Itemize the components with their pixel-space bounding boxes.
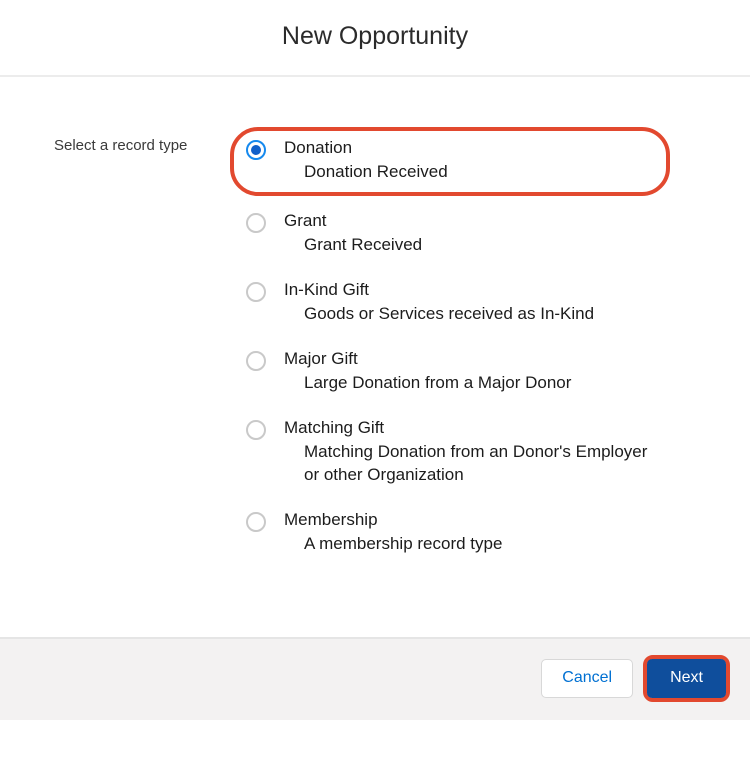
modal-body: Select a record type DonationDonation Re… <box>0 77 750 637</box>
next-button-highlight: Next <box>643 655 730 702</box>
option-text: MembershipA membership record type <box>284 509 650 556</box>
modal-header: New Opportunity <box>0 0 750 77</box>
option-desc: Large Donation from a Major Donor <box>304 372 650 395</box>
option-title: Major Gift <box>284 348 650 370</box>
option-text: DonationDonation Received <box>284 137 650 184</box>
radio-icon[interactable] <box>246 512 266 532</box>
modal-title: New Opportunity <box>282 22 468 50</box>
modal-footer: Cancel Next <box>0 637 750 720</box>
option-text: In-Kind GiftGoods or Services received a… <box>284 279 650 326</box>
option-title: Grant <box>284 210 650 232</box>
option-text: Matching GiftMatching Donation from an D… <box>284 417 650 487</box>
option-title: Donation <box>284 137 650 159</box>
option-title: In-Kind Gift <box>284 279 650 301</box>
option-title: Matching Gift <box>284 417 650 439</box>
cancel-button[interactable]: Cancel <box>541 659 633 698</box>
option-desc: Donation Received <box>304 161 650 184</box>
record-type-option[interactable]: In-Kind GiftGoods or Services received a… <box>230 269 670 338</box>
radio-icon[interactable] <box>246 140 266 160</box>
option-desc: Grant Received <box>304 234 650 257</box>
record-type-option[interactable]: Matching GiftMatching Donation from an D… <box>230 407 670 499</box>
record-type-option[interactable]: DonationDonation Received <box>230 127 670 196</box>
next-button[interactable]: Next <box>647 659 726 698</box>
radio-icon[interactable] <box>246 351 266 371</box>
option-title: Membership <box>284 509 650 531</box>
option-text: GrantGrant Received <box>284 210 650 257</box>
radio-icon[interactable] <box>246 420 266 440</box>
record-type-label: Select a record type <box>54 127 230 154</box>
option-text: Major GiftLarge Donation from a Major Do… <box>284 348 650 395</box>
option-desc: A membership record type <box>304 533 650 556</box>
record-type-options: DonationDonation Received GrantGrant Rece… <box>230 127 720 568</box>
option-desc: Goods or Services received as In-Kind <box>304 303 650 326</box>
record-type-option[interactable]: GrantGrant Received <box>230 200 670 269</box>
record-type-option[interactable]: MembershipA membership record type <box>230 499 670 568</box>
record-type-row: Select a record type DonationDonation Re… <box>54 127 720 568</box>
radio-icon[interactable] <box>246 213 266 233</box>
record-type-option[interactable]: Major GiftLarge Donation from a Major Do… <box>230 338 670 407</box>
radio-icon[interactable] <box>246 282 266 302</box>
option-desc: Matching Donation from an Donor's Employ… <box>304 441 650 487</box>
new-opportunity-modal: New Opportunity Select a record type Don… <box>0 0 750 720</box>
